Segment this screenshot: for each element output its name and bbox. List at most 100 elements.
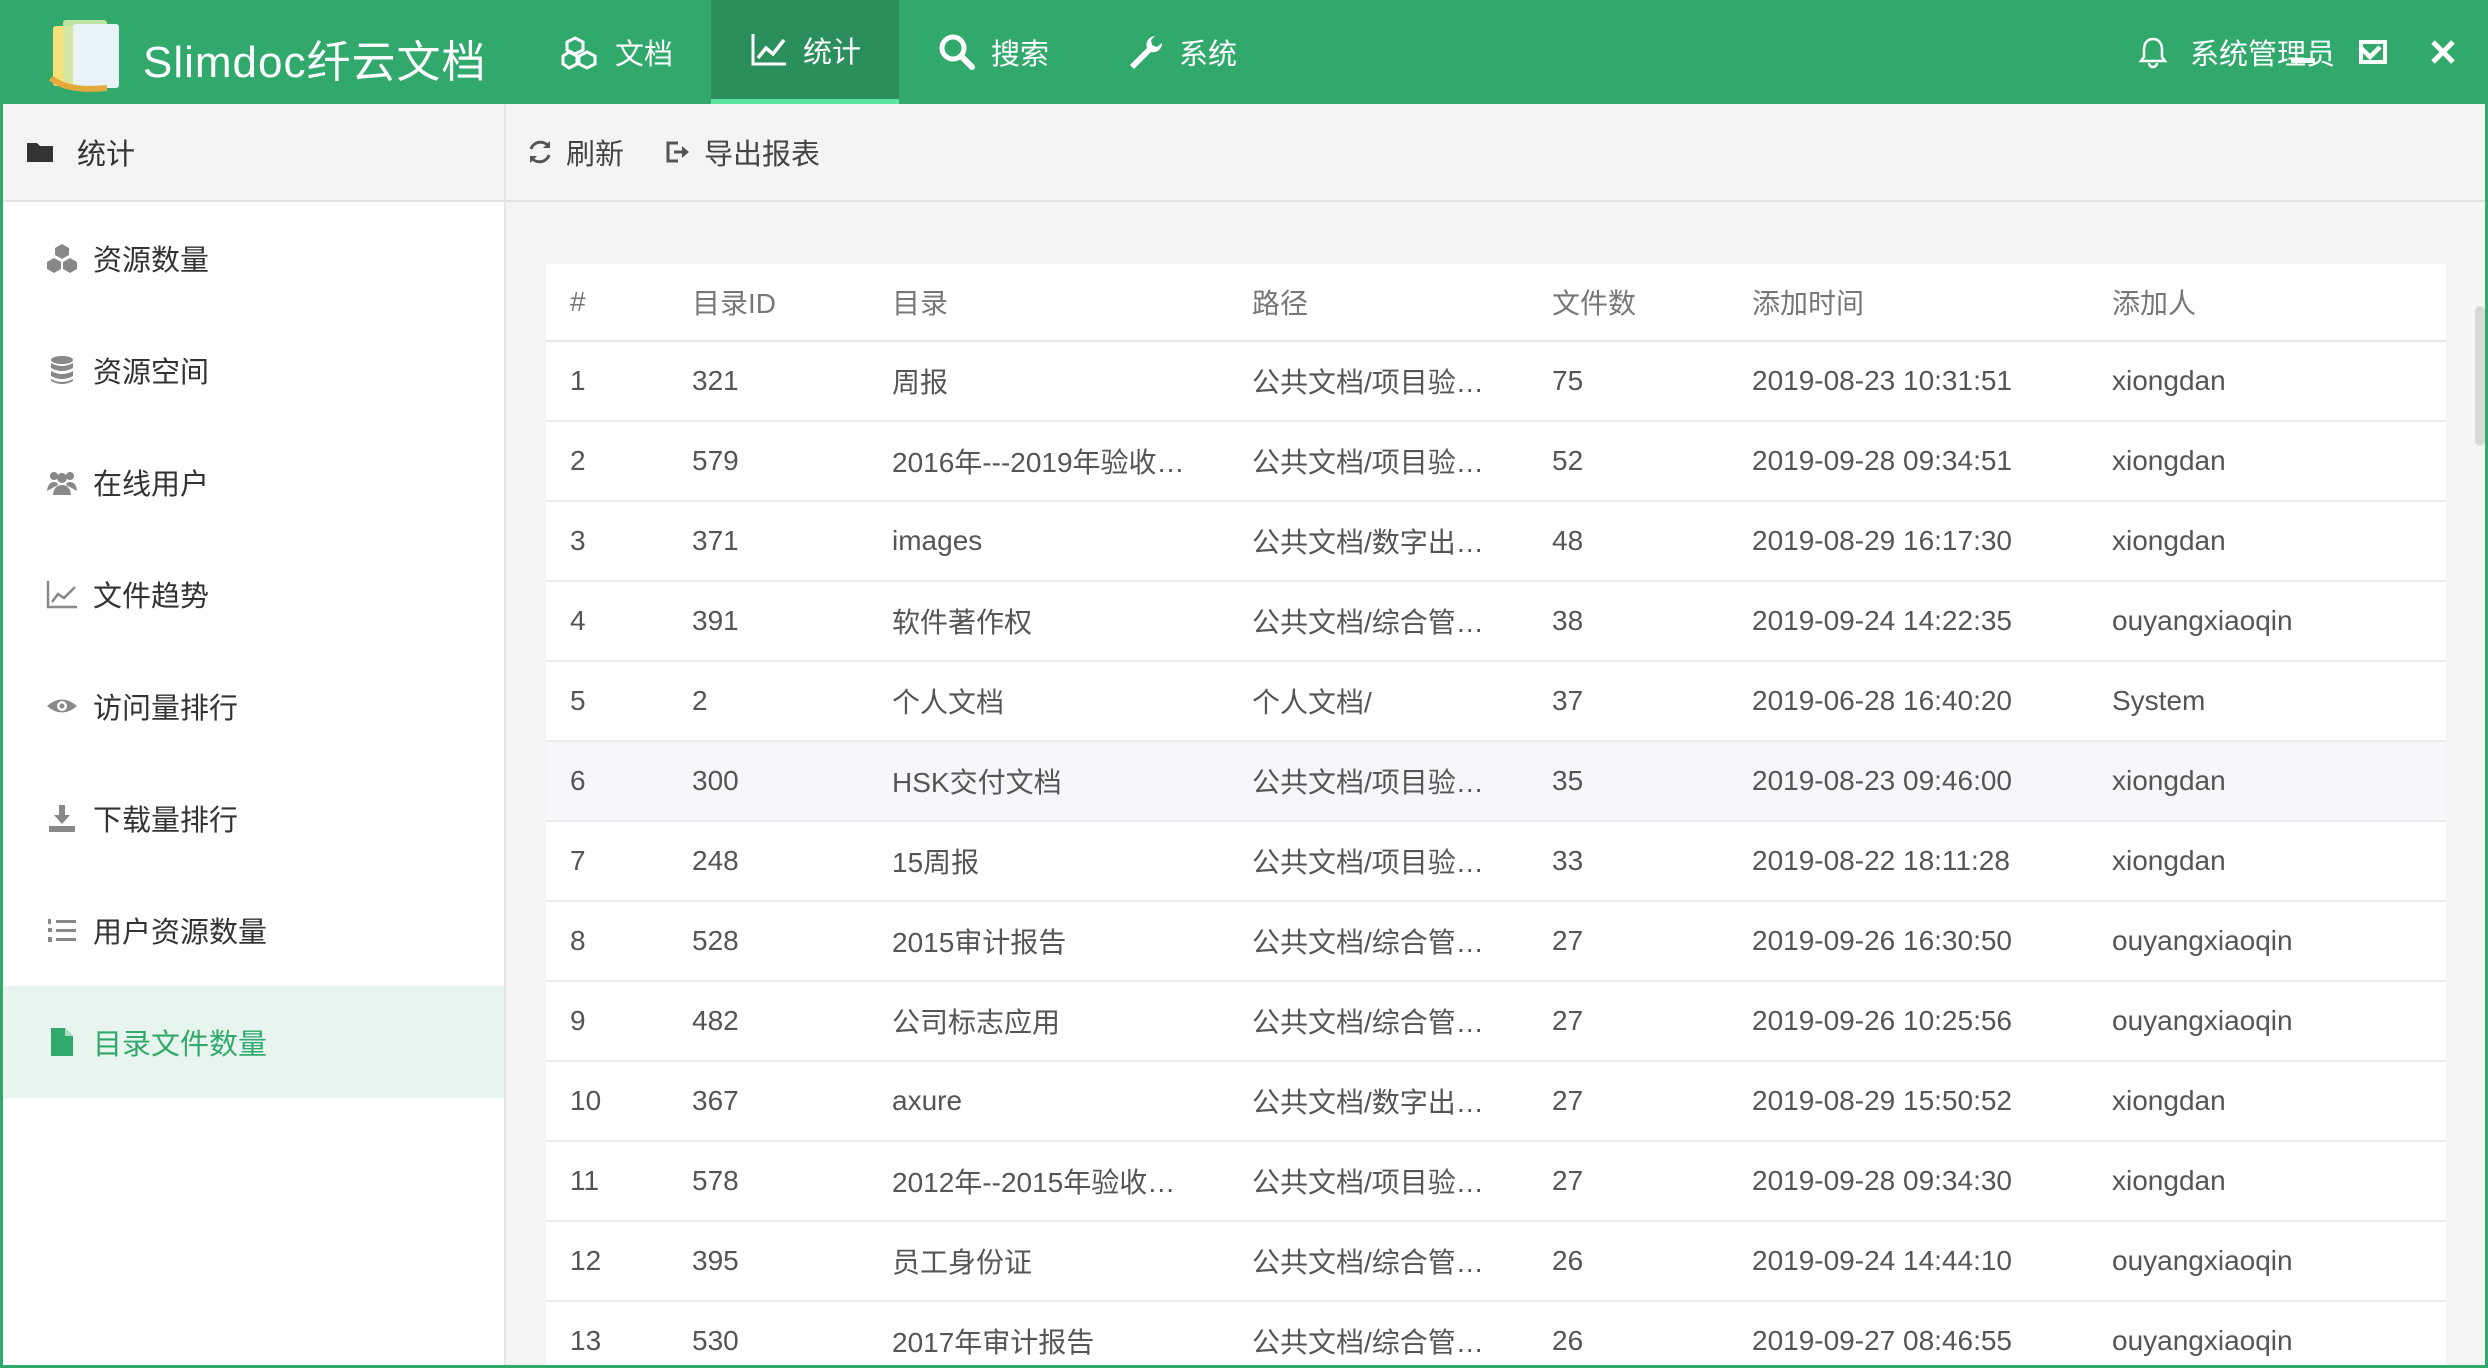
- nav-docs[interactable]: 文档: [523, 0, 711, 104]
- table-cell: 公共文档/综合管…: [1252, 981, 1552, 1062]
- main-nav: 文档 统计 搜索 系统: [523, 0, 1275, 104]
- sidebar-item-file-trend[interactable]: 文件趋势: [3, 538, 504, 650]
- table-cell: ouyangxiaoqin: [2112, 1221, 2446, 1302]
- table-cell: 75: [1552, 341, 1752, 422]
- table-cell: 2019-08-29 15:50:52: [1752, 1061, 2112, 1142]
- table-cell: 2015审计报告: [892, 901, 1252, 982]
- table-cell: 367: [692, 1061, 892, 1142]
- table-cell: HSK交付文档: [892, 741, 1252, 822]
- table-row[interactable]: 12 395 员工身份证 公共文档/综合管… 26 2019-09-24 14:44:10…: [546, 1221, 2446, 1302]
- table-cell: 2019-08-29 16:17:30: [1752, 501, 2112, 582]
- sidebar-item-download-rank[interactable]: 下载量排行: [3, 762, 504, 874]
- download-icon: [49, 805, 75, 832]
- table-cell: 2012年--2015年验收…: [892, 1141, 1252, 1222]
- table-cell: 27: [1552, 901, 1752, 982]
- export-report-label: 导出报表: [704, 139, 821, 171]
- column-header[interactable]: 路径: [1252, 264, 1552, 342]
- table-cell: 579: [692, 421, 892, 502]
- column-header[interactable]: 目录ID: [692, 264, 892, 342]
- table-cell: 2019-08-23 10:31:51: [1752, 341, 2112, 422]
- table-cell: xiongdan: [2112, 421, 2446, 502]
- table-cell: 4: [546, 581, 692, 662]
- column-header[interactable]: 添加人: [2112, 264, 2446, 342]
- table-cell: 个人文档: [892, 661, 1252, 742]
- column-header[interactable]: 文件数: [1552, 264, 1752, 342]
- export-report-button[interactable]: 导出报表: [664, 131, 820, 173]
- table-row[interactable]: 5 2 个人文档 个人文档/37 2019-06-28 16:40:20 System: [546, 661, 2446, 742]
- table-cell: 周报: [892, 341, 1252, 422]
- search-icon: [939, 34, 976, 70]
- sidebar-item-user-resource-count[interactable]: 用户资源数量: [3, 874, 504, 986]
- table-cell: 578: [692, 1141, 892, 1222]
- nav-search-label: 搜索: [991, 39, 1050, 71]
- table-header-row: # 目录ID 目录 路径 文件数 添加时间 添加人: [546, 264, 2446, 342]
- table-cell: 12: [546, 1221, 692, 1302]
- table-row[interactable]: 13 530 2017年审计报告 公共文档/综合管… 26 2019-09-27 08:4…: [546, 1301, 2446, 1365]
- sidebar-item-resource-space[interactable]: 资源空间: [3, 314, 504, 426]
- table-cell: 48: [1552, 501, 1752, 582]
- sidebar-header: 统计: [3, 104, 504, 202]
- top-bar: Slimdoc纤云文档 文档 统计 搜索 系统 系统管理员: [3, 0, 2485, 104]
- table-cell: 2019-09-28 09:34:30: [1752, 1141, 2112, 1222]
- table-cell: 2019-08-22 18:11:28: [1752, 821, 2112, 902]
- table-body: 1 321 周报 公共文档/项目验… 75 2019-08-23 10:31:51 xion…: [546, 341, 2446, 1365]
- nav-system[interactable]: 系统: [1087, 0, 1275, 104]
- sidebar-item-visit-rank[interactable]: 访问量排行: [3, 650, 504, 762]
- table-row[interactable]: 4 391 软件著作权 公共文档/综合管… 38 2019-09-24 14:22:35 o…: [546, 581, 2446, 662]
- table-cell: 2019-09-27 08:46:55: [1752, 1301, 2112, 1365]
- table-cell: 个人文档/: [1252, 661, 1552, 742]
- table-row[interactable]: 9 482 公司标志应用 公共文档/综合管… 27 2019-09-26 10:25:56…: [546, 981, 2446, 1062]
- table-cell: 3: [546, 501, 692, 582]
- sidebar-title: 统计: [77, 139, 136, 171]
- eye-icon: [47, 699, 77, 713]
- vertical-scrollbar[interactable]: [2475, 306, 2485, 446]
- minimize-icon[interactable]: [2287, 36, 2319, 68]
- users-icon: [47, 472, 77, 495]
- table-cell: 530: [692, 1301, 892, 1365]
- table-cell: 员工身份证: [892, 1221, 1252, 1302]
- table-cell: 38: [1552, 581, 1752, 662]
- table-cell: xiongdan: [2112, 501, 2446, 582]
- nav-stats[interactable]: 统计: [711, 0, 900, 104]
- table-cell: 11: [546, 1141, 692, 1222]
- bell-icon[interactable]: [2136, 35, 2170, 69]
- table-cell: ouyangxiaoqin: [2112, 901, 2446, 982]
- table-row[interactable]: 8 528 2015审计报告 公共文档/综合管… 27 2019-09-26 16:30:…: [546, 901, 2446, 982]
- table-row[interactable]: 3 371 images 公共文档/数字出… 48 2019-08-29 16:17:30…: [546, 501, 2446, 582]
- table-cell: 2019-09-28 09:34:51: [1752, 421, 2112, 502]
- sidebar-item-directory-file-count[interactable]: 目录文件数量: [3, 986, 504, 1098]
- sidebar-item-label: 文件趋势: [93, 581, 210, 613]
- refresh-label: 刷新: [566, 139, 625, 171]
- column-header[interactable]: 目录: [892, 264, 1252, 342]
- table-row[interactable]: 10 367 axure 公共文档/数字出… 27 2019-08-29 15:50:52…: [546, 1061, 2446, 1142]
- table-cell: 33: [1552, 821, 1752, 902]
- column-header[interactable]: #: [546, 264, 692, 342]
- close-icon[interactable]: [2427, 36, 2459, 68]
- app-window: Slimdoc纤云文档 文档 统计 搜索 系统 系统管理员 统计 资源数量 资源…: [0, 0, 2488, 1368]
- table-cell: 公共文档/综合管…: [1252, 1221, 1552, 1302]
- maximize-icon[interactable]: [2357, 36, 2389, 68]
- table-cell: 27: [1552, 1141, 1752, 1222]
- table-row[interactable]: 6 300 HSK交付文档 公共文档/项目验… 35 2019-08-23 09:46:0…: [546, 741, 2446, 822]
- table-cell: 391: [692, 581, 892, 662]
- table-cell: 公共文档/综合管…: [1252, 581, 1552, 662]
- table-cell: xiongdan: [2112, 341, 2446, 422]
- table-cell: 528: [692, 901, 892, 982]
- nav-stats-label: 统计: [803, 36, 862, 69]
- sidebar-item-label: 在线用户: [93, 469, 210, 501]
- table-cell: 300: [692, 741, 892, 822]
- app-logo: [49, 20, 119, 92]
- nav-search[interactable]: 搜索: [899, 0, 1087, 104]
- table-row[interactable]: 1 321 周报 公共文档/项目验… 75 2019-08-23 10:31:51 xion…: [546, 341, 2446, 422]
- refresh-button[interactable]: 刷新: [526, 131, 624, 173]
- sidebar: 统计 资源数量 资源空间 在线用户 文件趋势 访问量排行 下载量排行 用户资源数…: [3, 104, 506, 1365]
- sidebar-item-online-users[interactable]: 在线用户: [3, 426, 504, 538]
- sidebar-item-label: 资源空间: [93, 357, 210, 389]
- column-header[interactable]: 添加时间: [1752, 264, 2112, 342]
- table-cell: xiongdan: [2112, 1061, 2446, 1142]
- table-row[interactable]: 11 578 2012年--2015年验收… 公共文档/项目验… 27 2019-09-2…: [546, 1141, 2446, 1222]
- table-row[interactable]: 2 579 2016年---2019年验收… 公共文档/项目验… 52 2019-09-2…: [546, 421, 2446, 502]
- table-row[interactable]: 7 248 15周报 公共文档/项目验… 33 2019-08-22 18:11:28 xi…: [546, 821, 2446, 902]
- sidebar-item-resource-count[interactable]: 资源数量: [3, 202, 504, 314]
- table-cell: 10: [546, 1061, 692, 1142]
